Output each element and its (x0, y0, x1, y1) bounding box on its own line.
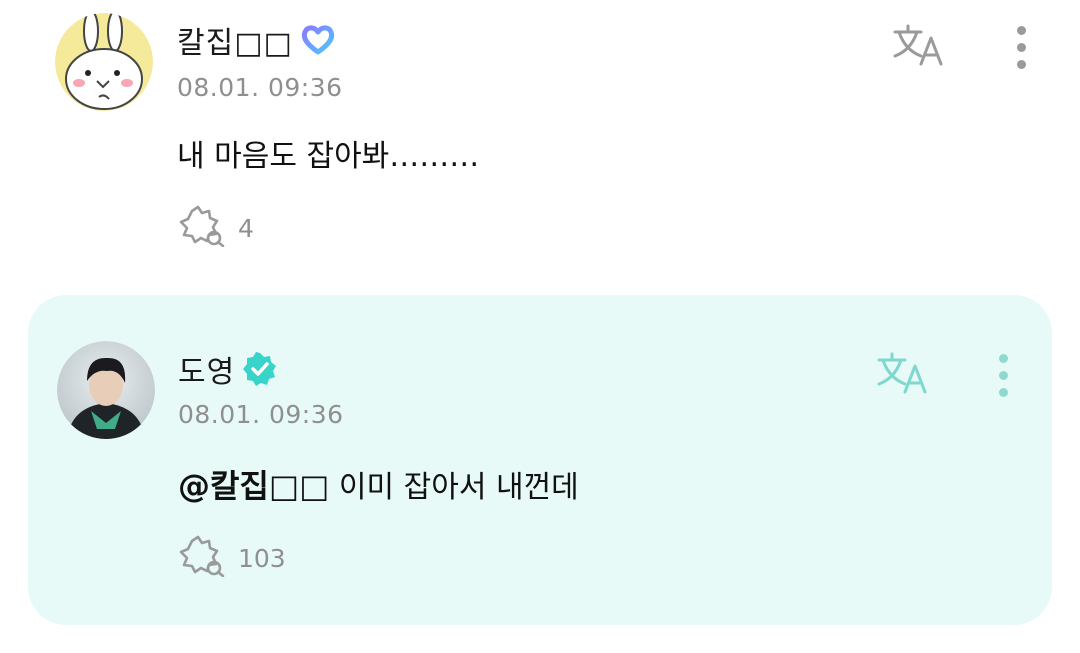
reaction-button[interactable]: 103 (178, 535, 286, 581)
artist-photo-avatar-icon (57, 341, 155, 439)
avatar[interactable] (55, 13, 153, 111)
more-dot (998, 370, 1008, 380)
reaction-icon (178, 205, 226, 251)
more-options-button[interactable] (988, 350, 1018, 400)
comment-text: @칼집□□ 이미 잡아서 내껀데 (178, 461, 579, 507)
avatar[interactable] (57, 341, 155, 439)
author-name[interactable]: 칼집□□ (177, 18, 293, 62)
comment-text: 내 마음도 잡아봐……… (177, 139, 480, 174)
translate-button[interactable] (874, 348, 934, 398)
more-dot (1016, 42, 1026, 52)
verified-badge-icon (243, 352, 277, 386)
author-row: 칼집□□ (177, 18, 335, 62)
comment: 칼집□□ 08.01. 09:36 내 마음도 잡아봐……… 4 (0, 0, 1080, 280)
more-dot (998, 387, 1008, 397)
author-row: 도영 (178, 347, 277, 391)
timestamp: 08.01. 09:36 (177, 73, 343, 102)
reaction-icon (178, 535, 226, 581)
translate-button[interactable] (890, 20, 950, 70)
mention-link[interactable]: @칼집□□ (178, 467, 329, 505)
reaction-button[interactable]: 4 (178, 205, 254, 251)
translate-icon (893, 24, 943, 66)
translate-icon (877, 352, 927, 394)
comment-list: 칼집□□ 08.01. 09:36 내 마음도 잡아봐……… 4 도영 08.0… (0, 0, 1080, 653)
more-options-button[interactable] (1006, 22, 1036, 72)
more-dot (1016, 59, 1026, 69)
rabbit-avatar-icon (55, 13, 153, 111)
more-dot (998, 353, 1008, 363)
more-dot (1016, 25, 1026, 35)
reaction-count: 103 (238, 543, 286, 573)
reaction-count: 4 (238, 213, 254, 243)
highlighted-comment: 도영 08.01. 09:36 @칼집□□ 이미 잡아서 내껀데 103 (28, 295, 1052, 625)
heart-badge-icon (301, 25, 335, 55)
author-name[interactable]: 도영 (178, 347, 235, 391)
reply-text: 이미 잡아서 내껀데 (338, 470, 579, 505)
timestamp: 08.01. 09:36 (178, 400, 344, 429)
